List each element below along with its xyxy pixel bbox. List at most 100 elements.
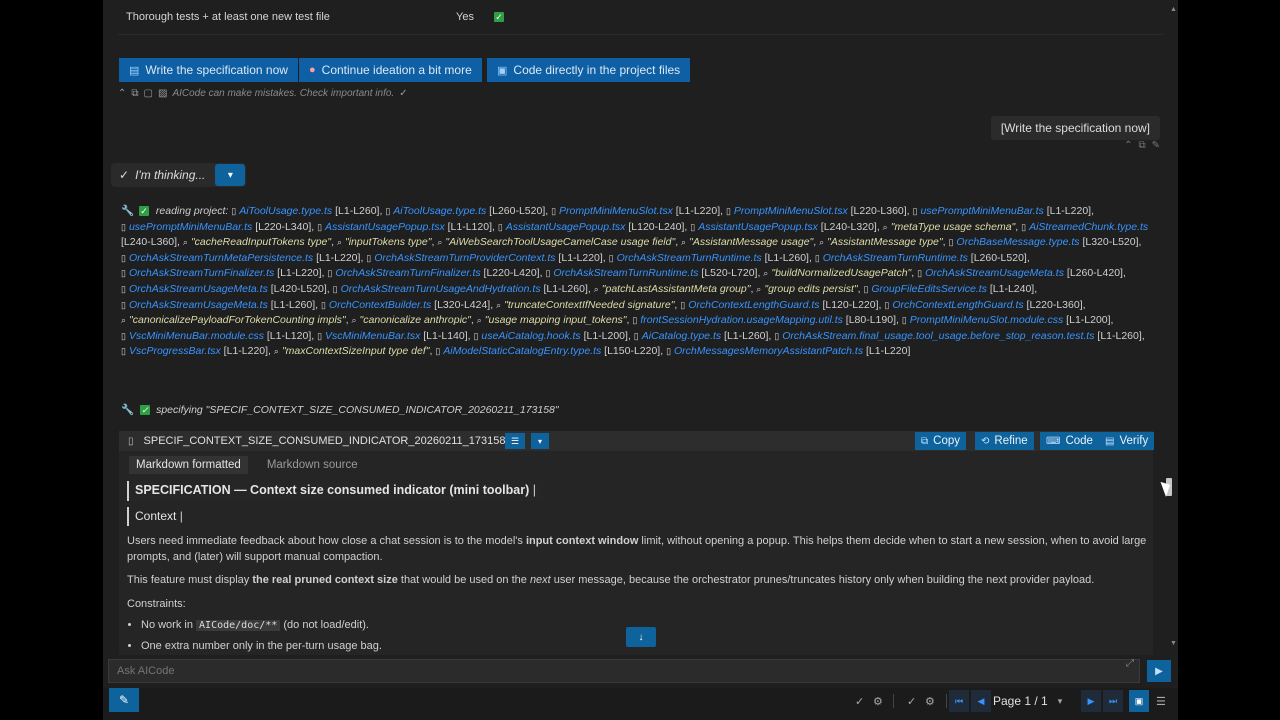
- chevron-down-icon[interactable]: ▾: [531, 433, 549, 449]
- line-range: [L220-L360],: [1023, 298, 1086, 311]
- reading-item: ⌕ "maxContextSizeInput type def",: [274, 345, 433, 357]
- page-selector[interactable]: Page 1 / 1 ▾: [993, 690, 1062, 712]
- list-icon[interactable]: ☰: [505, 433, 525, 449]
- tab-markdown-source[interactable]: Markdown source: [260, 456, 365, 474]
- table-cell-value: Yes: [456, 11, 474, 23]
- first-page-button[interactable]: ⏮: [949, 690, 969, 712]
- file-link[interactable]: usePromptMiniMenuBar.ts: [920, 205, 1043, 217]
- file-link[interactable]: VscMiniMenuBar.module.css: [129, 330, 264, 342]
- write-spec-button[interactable]: ▤ Write the specification now: [119, 58, 298, 82]
- refine-label: Refine: [994, 435, 1028, 447]
- file-link[interactable]: frontSessionHydration.usageMapping.util.…: [640, 314, 843, 326]
- line-range: ,: [1015, 220, 1019, 233]
- reading-header: 🔧 ✓ reading project:: [121, 205, 228, 217]
- file-link[interactable]: OrchContextLengthGuard.ts: [892, 299, 1023, 311]
- line-range: [L260-L520],: [967, 251, 1030, 264]
- write-spec-label: Write the specification now: [145, 63, 288, 77]
- prompt-input[interactable]: [115, 664, 1099, 678]
- file-link[interactable]: OrchContextBuilder.ts: [329, 299, 431, 311]
- file-icon: ▯: [366, 252, 372, 263]
- file-link[interactable]: GroupFileEditsService.ts: [871, 283, 987, 295]
- file-link[interactable]: AssistantUsagePopup.tsx: [325, 221, 445, 233]
- user-message-bubble: [Write the specification now]: [990, 116, 1160, 140]
- file-link[interactable]: useAiCatalog.hook.ts: [481, 330, 580, 342]
- scroll-to-bottom-button[interactable]: ↓: [626, 627, 656, 647]
- file-link[interactable]: AiCatalog.type.ts: [642, 330, 721, 342]
- thinking-expand-button[interactable]: ▾: [215, 164, 246, 186]
- line-range: [L240-L360],: [121, 236, 180, 249]
- last-page-button[interactable]: ⏭: [1103, 690, 1123, 712]
- file-link[interactable]: VscProgressBar.tsx: [129, 345, 221, 357]
- check-all-icon[interactable]: ✓: [907, 692, 916, 710]
- continue-ideation-button[interactable]: ● Continue ideation a bit more: [299, 58, 482, 82]
- code-button[interactable]: ⌨ Code: [1040, 432, 1099, 450]
- gear-icon[interactable]: ⚙: [873, 692, 883, 710]
- file-link[interactable]: AiStreamedChunk.type.ts: [1029, 221, 1148, 233]
- code-directly-label: Code directly in the project files: [513, 63, 681, 77]
- file-link[interactable]: OrchMessagesMemoryAssistantPatch.ts: [674, 345, 863, 357]
- expand-icon[interactable]: ⤢: [1126, 658, 1134, 669]
- menu-icon[interactable]: ☰: [1156, 692, 1166, 710]
- file-link[interactable]: OrchContextLengthGuard.ts: [688, 299, 819, 311]
- file-link[interactable]: OrchAskStreamTurnRuntime.ts: [823, 252, 968, 264]
- file-link[interactable]: PromptMiniMenuSlot.tsx: [734, 205, 848, 217]
- file-link[interactable]: AssistantUsagePopup.tsx: [506, 221, 626, 233]
- file-link[interactable]: OrchBaseMessage.type.ts: [956, 236, 1079, 248]
- file-link[interactable]: OrchAskStreamTurnRuntime.ts: [553, 267, 698, 279]
- arrow-down-icon: ↓: [638, 631, 644, 643]
- save-icon[interactable]: ▢: [144, 88, 153, 99]
- file-link[interactable]: AiToolUsage.type.ts: [393, 205, 486, 217]
- chat-view-button[interactable]: ▣: [1129, 690, 1149, 712]
- line-range: [L220-L420],: [480, 267, 543, 280]
- file-link[interactable]: PromptMiniMenuSlot.module.css: [910, 314, 1063, 326]
- p2-a: This feature must display: [127, 574, 253, 586]
- symbol-search: "maxContextSizeInput type def": [281, 345, 430, 358]
- verify-button[interactable]: ▤ Verify: [1099, 432, 1155, 450]
- settings-icon[interactable]: ⚙: [925, 692, 935, 710]
- search-icon: ⌕: [273, 346, 279, 357]
- check-toggle-icon[interactable]: ✓: [855, 692, 864, 710]
- file-link[interactable]: OrchAskStreamUsageMeta.ts: [129, 299, 268, 311]
- code-directly-button[interactable]: ▣ Code directly in the project files: [487, 58, 691, 82]
- scrollbar[interactable]: ▲ ▼: [1170, 0, 1178, 650]
- scroll-up-icon[interactable]: ▲: [1170, 6, 1177, 13]
- file-link[interactable]: OrchAskStreamTurnFinalizer.ts: [335, 267, 480, 279]
- file-link[interactable]: OrchAskStreamTurnUsageAndHydration.ts: [341, 283, 541, 295]
- collapse-icon[interactable]: ⌃: [1124, 140, 1132, 151]
- edit-icon[interactable]: ✎: [1152, 140, 1160, 151]
- file-icon: ▯: [666, 346, 672, 357]
- scroll-down-icon[interactable]: ▼: [1170, 640, 1177, 647]
- file-link[interactable]: AssistantUsagePopup.tsx: [698, 221, 818, 233]
- image-icon[interactable]: ▨: [158, 88, 167, 99]
- file-link[interactable]: OrchAskStreamTurnMetaPersistence.ts: [129, 252, 313, 264]
- attach-button[interactable]: ✎: [109, 688, 139, 712]
- line-range: [L1-L220],: [220, 345, 271, 358]
- file-link[interactable]: OrchAskStreamUsageMeta.ts: [129, 283, 268, 295]
- collapse-icon[interactable]: ⌃: [118, 88, 126, 99]
- file-link[interactable]: AiModelStaticCatalogEntry.type.ts: [443, 345, 601, 357]
- copy-button[interactable]: ⧉ Copy: [915, 432, 966, 450]
- refine-button[interactable]: ⟲ Refine: [975, 432, 1034, 450]
- file-link[interactable]: PromptMiniMenuSlot.tsx: [559, 205, 673, 217]
- chat-icon: ▣: [1134, 695, 1144, 706]
- send-button[interactable]: ▶: [1147, 660, 1171, 682]
- search-icon: ⌕: [756, 283, 762, 294]
- file-link[interactable]: OrchAskStreamTurnProviderContext.ts: [374, 252, 555, 264]
- file-link[interactable]: VscMiniMenuBar.tsx: [325, 330, 420, 342]
- copy-icon[interactable]: ⧉: [1138, 140, 1145, 151]
- copy-icon[interactable]: ⧉: [131, 88, 138, 99]
- file-icon: ▯: [320, 299, 326, 310]
- file-link[interactable]: OrchAskStreamTurnRuntime.ts: [617, 252, 762, 264]
- file-link[interactable]: usePromptMiniMenuBar.ts: [129, 221, 252, 233]
- symbol-search: "group edits persist": [764, 282, 858, 295]
- file-link[interactable]: OrchAskStreamTurnFinalizer.ts: [129, 267, 274, 279]
- file-link[interactable]: AiToolUsage.type.ts: [239, 205, 332, 217]
- disclaimer-text: AICode can make mistakes. Check importan…: [172, 88, 395, 99]
- file-link[interactable]: OrchAskStream.final_usage.tool_usage.bef…: [782, 330, 1094, 342]
- file-icon: ▯: [608, 252, 614, 263]
- reading-item: ⌕ "AssistantMessage usage",: [681, 236, 816, 248]
- file-link[interactable]: OrchAskStreamUsageMeta.ts: [925, 267, 1064, 279]
- prev-page-button[interactable]: ◀: [971, 690, 991, 712]
- tab-markdown-formatted[interactable]: Markdown formatted: [129, 456, 248, 474]
- next-page-button[interactable]: ▶: [1081, 690, 1101, 712]
